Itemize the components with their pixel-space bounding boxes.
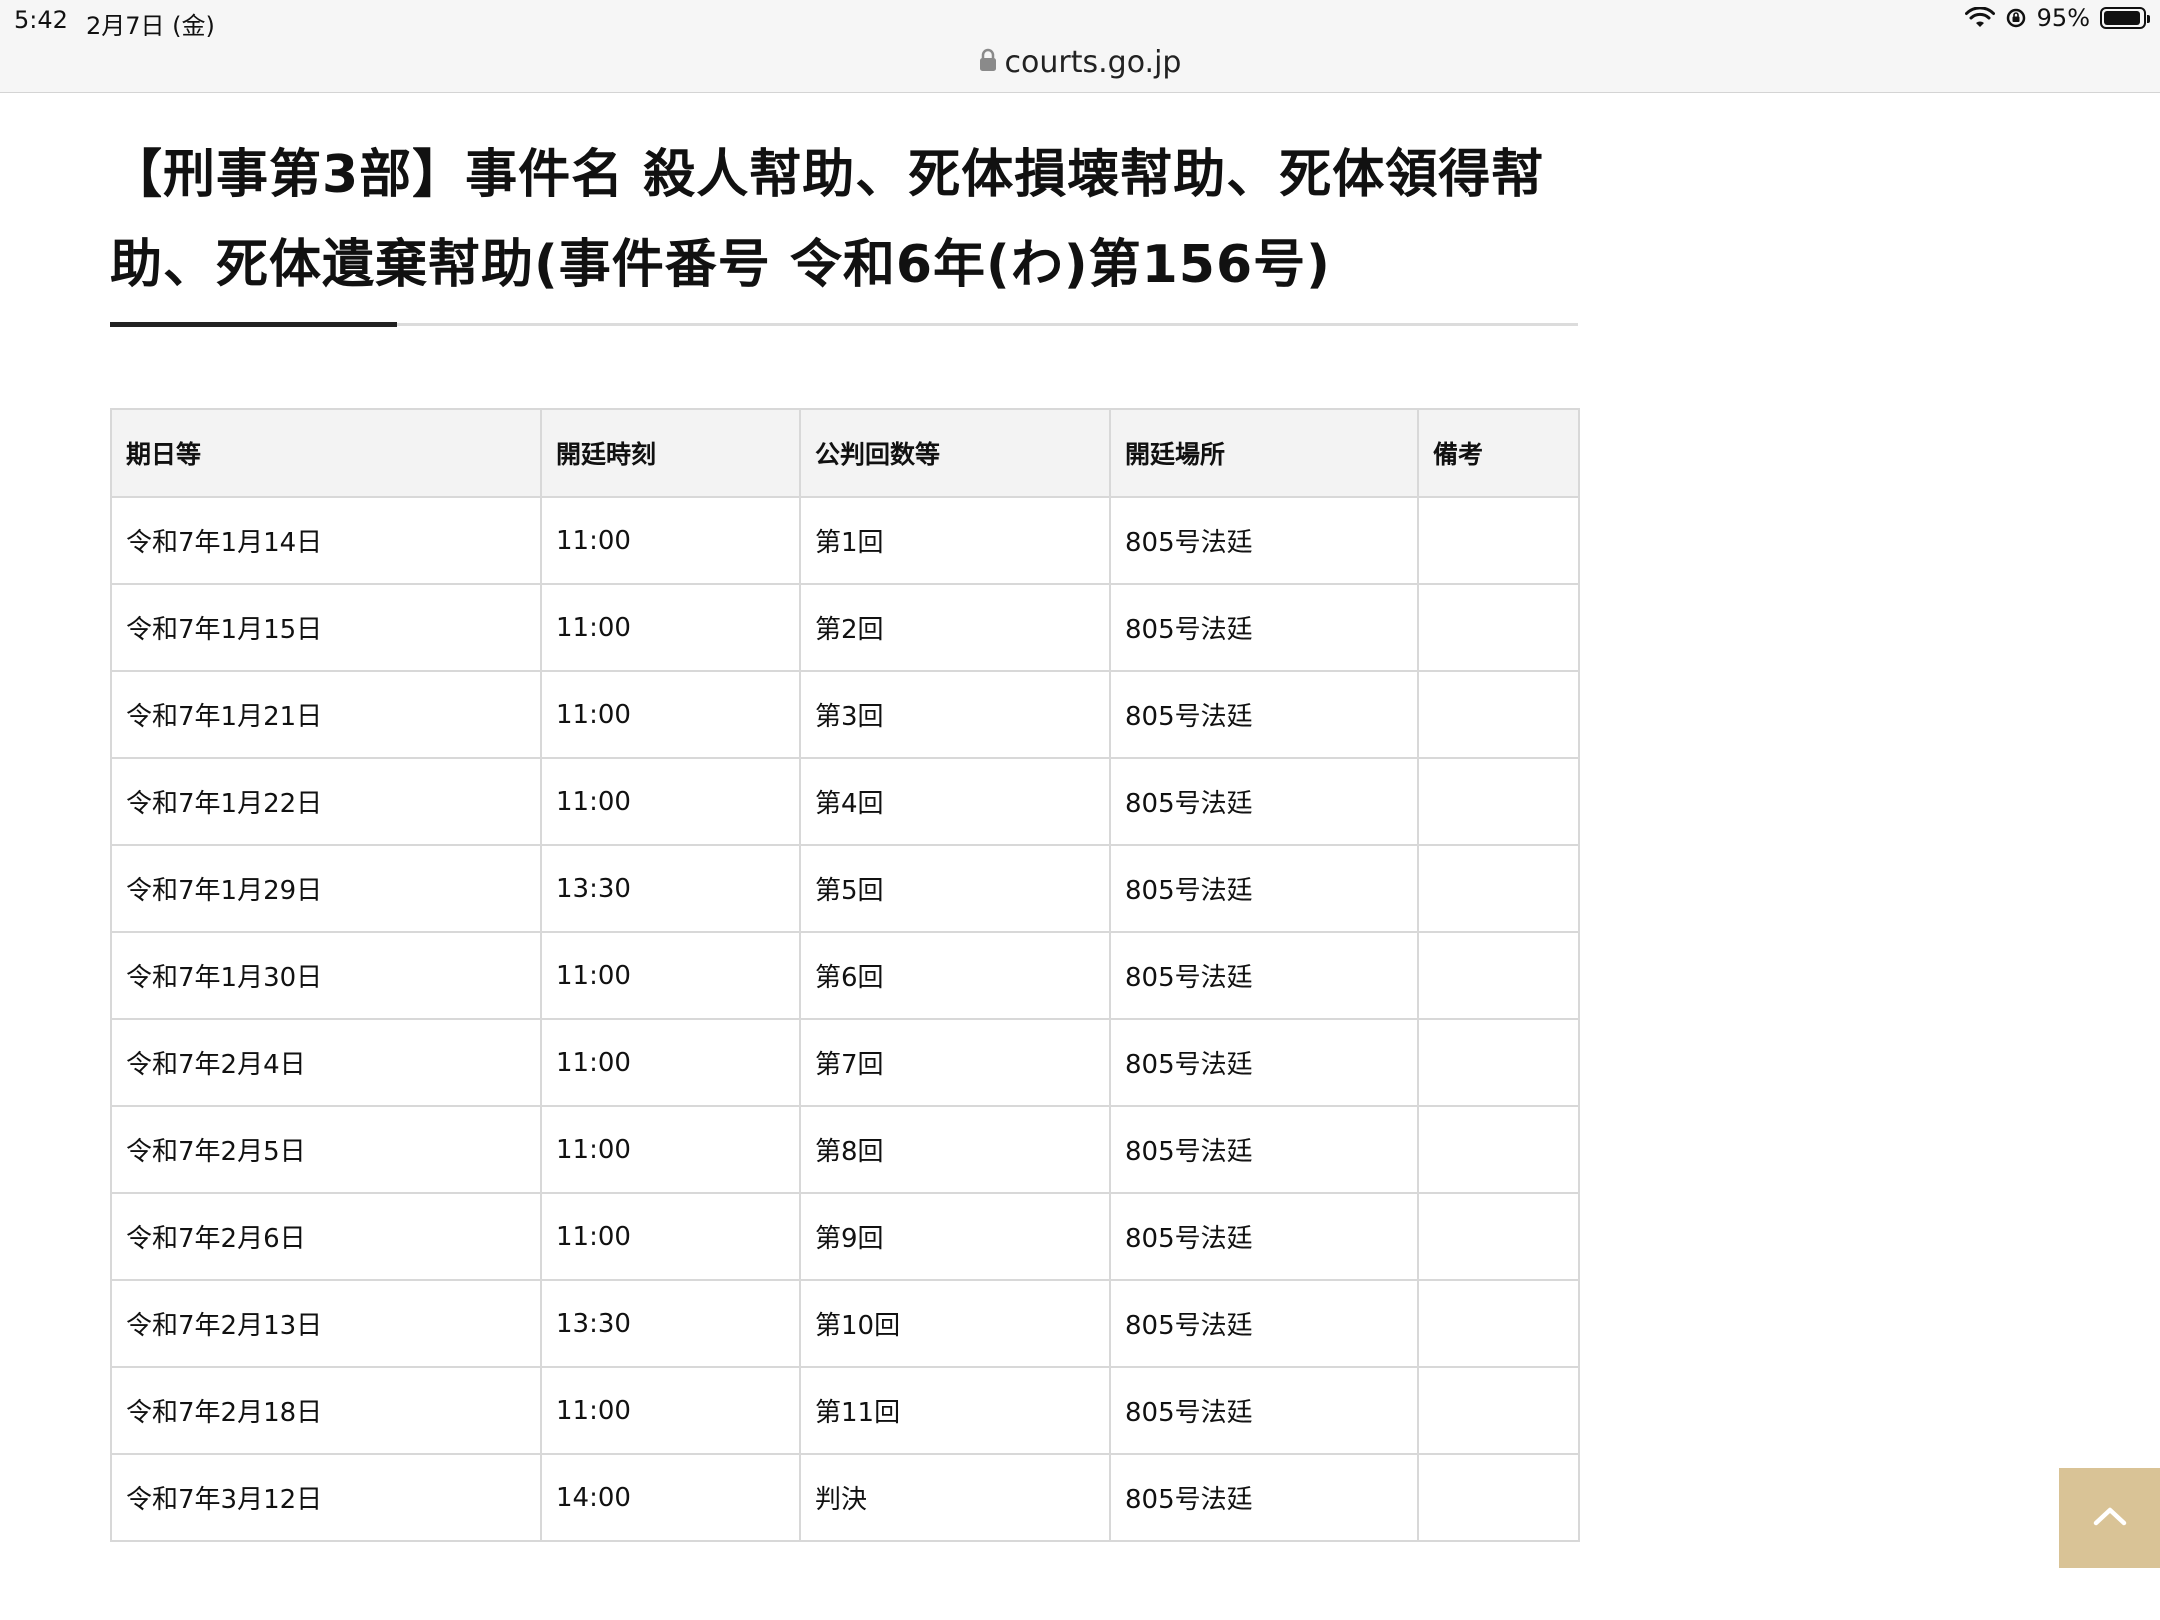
cell-date: 令和7年2月4日 [110,1018,542,1107]
header-remarks: 備考 [1417,408,1580,498]
cell-time: 11:00 [540,1192,801,1281]
header-date: 期日等 [110,408,542,498]
battery-fill [2104,11,2140,25]
cell-remarks [1417,1279,1580,1368]
cell-session: 第4回 [799,757,1111,846]
cell-session: 第7回 [799,1018,1111,1107]
cell-date: 令和7年1月30日 [110,931,542,1020]
address-bar[interactable]: courts.go.jp [0,42,2160,82]
cell-date: 令和7年1月22日 [110,757,542,846]
cell-date: 令和7年2月13日 [110,1279,542,1368]
cell-remarks [1417,583,1580,672]
scroll-to-top-button[interactable] [2059,1468,2160,1568]
page-title: 【刑事第3部】事件名 殺人幇助、死体損壊幇助、死体領得幇助、死体遺棄幇助(事件番… [110,145,1545,295]
cell-session: 第10回 [799,1279,1111,1368]
table-row: 令和7年2月6日 11:00 第9回 805号法廷 [110,1192,1580,1281]
chevron-up-icon [2092,1505,2128,1531]
cell-session: 第2回 [799,583,1111,672]
cell-courtroom: 805号法廷 [1109,931,1419,1020]
title-divider-accent [110,322,397,327]
cell-session: 第5回 [799,844,1111,933]
cell-session: 第6回 [799,931,1111,1020]
cell-date: 令和7年1月14日 [110,496,542,585]
cell-time: 13:30 [540,844,801,933]
cell-session: 第1回 [799,496,1111,585]
cell-session: 第11回 [799,1366,1111,1455]
header-time: 開廷時刻 [540,408,801,498]
table-row: 令和7年2月4日 11:00 第7回 805号法廷 [110,1018,1580,1107]
table-row: 令和7年2月13日 13:30 第10回 805号法廷 [110,1279,1580,1368]
wifi-icon [1964,7,1995,29]
cell-date: 令和7年3月12日 [110,1453,542,1542]
cell-date: 令和7年2月6日 [110,1192,542,1281]
cell-remarks [1417,1366,1580,1455]
cell-time: 11:00 [540,1105,801,1194]
battery-percent: 95% [2036,4,2090,32]
cell-date: 令和7年1月29日 [110,844,542,933]
table-row: 令和7年1月30日 11:00 第6回 805号法廷 [110,931,1580,1020]
hearing-schedule-table: 期日等 開廷時刻 公判回数等 開廷場所 備考 令和7年1月14日 11:00 第1回… [110,408,1580,1542]
cell-time: 11:00 [540,757,801,846]
table-header-row: 期日等 開廷時刻 公判回数等 開廷場所 備考 [110,408,1580,498]
cell-time: 14:00 [540,1453,801,1542]
table-body: 令和7年1月14日 11:00 第1回 805号法廷 令和7年1月15日 11:00 第2回… [110,496,1580,1542]
cell-remarks [1417,1018,1580,1107]
status-date: 2月7日 (金) [86,12,215,40]
lock-icon [979,45,997,80]
orientation-lock-icon [2005,7,2027,29]
cell-session: 第9回 [799,1192,1111,1281]
status-time: 5:42 [14,6,68,34]
table-row: 令和7年3月12日 14:00 判決 805号法廷 [110,1453,1580,1542]
cell-courtroom: 805号法廷 [1109,1105,1419,1194]
cell-remarks [1417,1192,1580,1281]
cell-date: 令和7年1月21日 [110,670,542,759]
cell-session: 第3回 [799,670,1111,759]
cell-courtroom: 805号法廷 [1109,1279,1419,1368]
cell-courtroom: 805号法廷 [1109,757,1419,846]
table-row: 令和7年1月22日 11:00 第4回 805号法廷 [110,757,1580,846]
cell-courtroom: 805号法廷 [1109,1192,1419,1281]
table-row: 令和7年1月21日 11:00 第3回 805号法廷 [110,670,1580,759]
cell-time: 11:00 [540,583,801,672]
status-indicators: 95% [1964,4,2150,32]
table-row: 令和7年2月5日 11:00 第8回 805号法廷 [110,1105,1580,1194]
cell-time: 11:00 [540,931,801,1020]
cell-remarks [1417,496,1580,585]
header-session: 公判回数等 [799,408,1111,498]
cell-remarks [1417,931,1580,1020]
cell-courtroom: 805号法廷 [1109,583,1419,672]
status-bar: 5:42 2月7日 (金) 95% courts.go.jp [0,0,2160,93]
cell-date: 令和7年1月15日 [110,583,542,672]
cell-courtroom: 805号法廷 [1109,496,1419,585]
cell-time: 11:00 [540,496,801,585]
url-text[interactable]: courts.go.jp [1005,45,1182,80]
cell-time: 11:00 [540,670,801,759]
cell-date: 令和7年2月18日 [110,1366,542,1455]
cell-date: 令和7年2月5日 [110,1105,542,1194]
cell-time: 11:00 [540,1018,801,1107]
cell-time: 11:00 [540,1366,801,1455]
table-row: 令和7年1月15日 11:00 第2回 805号法廷 [110,583,1580,672]
cell-session: 第8回 [799,1105,1111,1194]
cell-courtroom: 805号法廷 [1109,1453,1419,1542]
cell-remarks [1417,844,1580,933]
cell-courtroom: 805号法廷 [1109,670,1419,759]
header-courtroom: 開廷場所 [1109,408,1419,498]
table-row: 令和7年1月14日 11:00 第1回 805号法廷 [110,496,1580,585]
cell-time: 13:30 [540,1279,801,1368]
cell-courtroom: 805号法廷 [1109,844,1419,933]
cell-remarks [1417,1105,1580,1194]
cell-courtroom: 805号法廷 [1109,1018,1419,1107]
cell-remarks [1417,670,1580,759]
cell-remarks [1417,1453,1580,1542]
cell-courtroom: 805号法廷 [1109,1366,1419,1455]
table-row: 令和7年2月18日 11:00 第11回 805号法廷 [110,1366,1580,1455]
table-row: 令和7年1月29日 13:30 第5回 805号法廷 [110,844,1580,933]
cell-remarks [1417,757,1580,846]
battery-icon [2100,7,2150,29]
cell-session: 判決 [799,1453,1111,1542]
